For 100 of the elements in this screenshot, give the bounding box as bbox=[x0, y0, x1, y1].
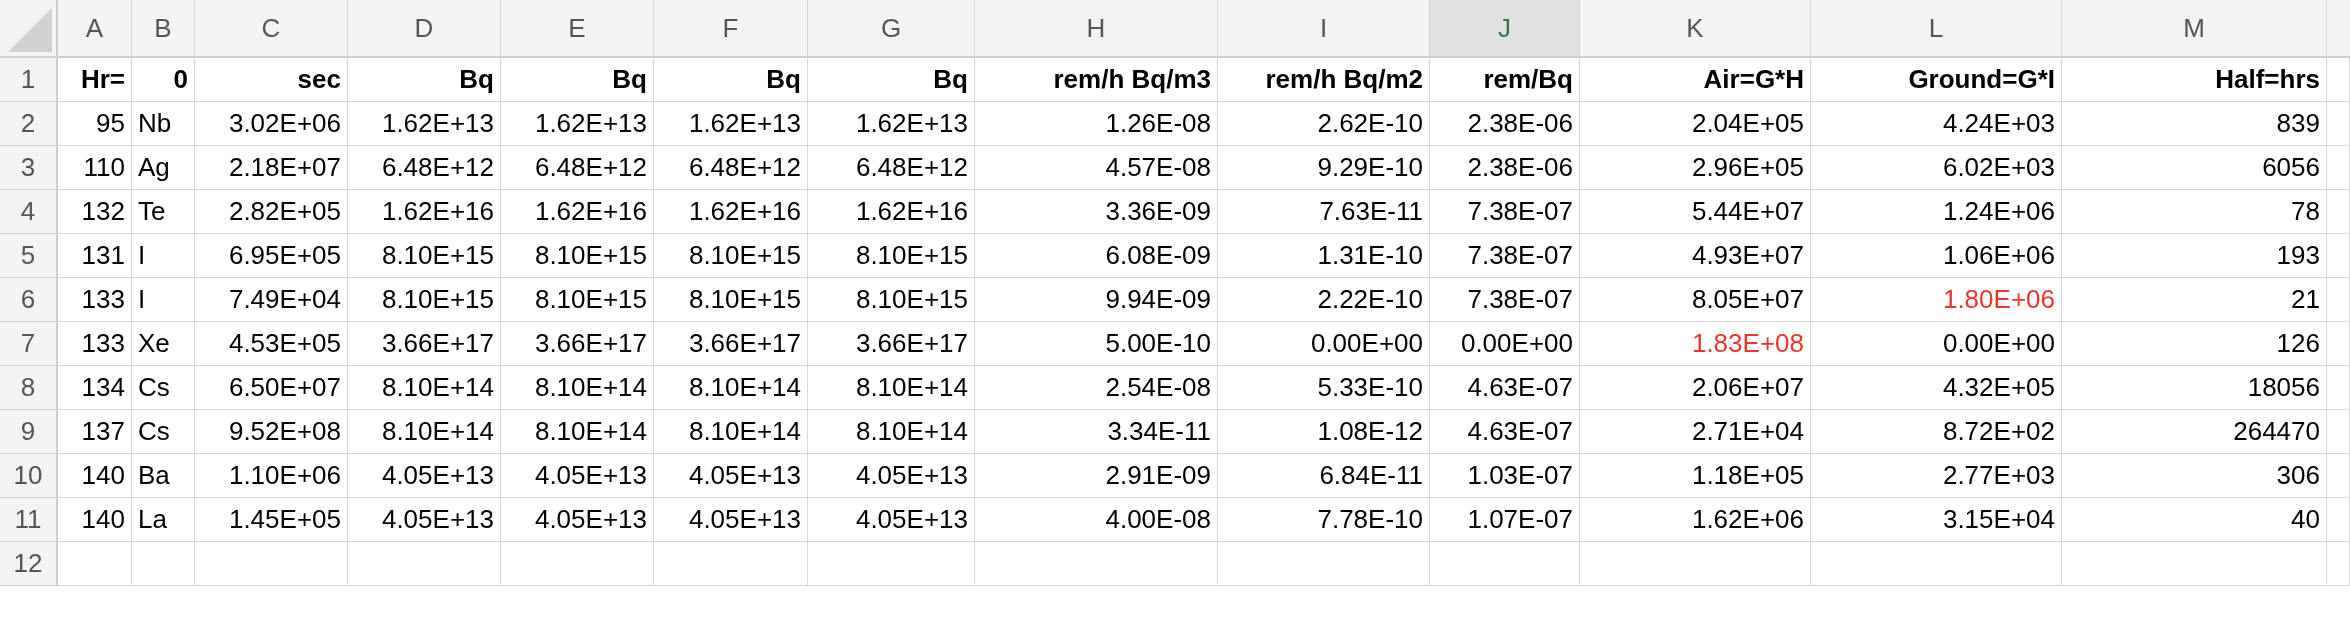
column-header[interactable]: A bbox=[58, 0, 132, 58]
row-header[interactable]: 9 bbox=[0, 410, 58, 454]
column-header[interactable]: L bbox=[1811, 0, 2062, 58]
table-cell: 8.10E+15 bbox=[501, 278, 654, 322]
table-cell: 5.00E-10 bbox=[975, 322, 1218, 366]
column-title-cell: rem/h Bq/m2 bbox=[1218, 58, 1430, 102]
table-cell: 2.77E+03 bbox=[1811, 454, 2062, 498]
table-cell: 6.48E+12 bbox=[808, 146, 975, 190]
table-cell: 1.83E+08 bbox=[1580, 322, 1811, 366]
table-cell: 3.02E+06 bbox=[195, 102, 348, 146]
row-header[interactable]: 5 bbox=[0, 234, 58, 278]
table-cell: 8.10E+15 bbox=[348, 234, 501, 278]
table-cell: 8.10E+14 bbox=[348, 410, 501, 454]
table-cell: 6.84E-11 bbox=[1218, 454, 1430, 498]
column-header[interactable]: C bbox=[195, 0, 348, 58]
column-header[interactable]: D bbox=[348, 0, 501, 58]
column-title-cell: Air=G*H bbox=[1580, 58, 1811, 102]
column-title-cell: Hr= bbox=[58, 58, 132, 102]
table-cell: 95 bbox=[58, 102, 132, 146]
table-cell: 1.62E+16 bbox=[808, 190, 975, 234]
table-cell: 8.10E+14 bbox=[808, 366, 975, 410]
table-cell: 8.10E+14 bbox=[501, 366, 654, 410]
table-cell: 306 bbox=[2062, 454, 2327, 498]
table-cell: 8.10E+14 bbox=[654, 366, 808, 410]
column-title-cell: Bq bbox=[808, 58, 975, 102]
column-title-cell: Half=hrs bbox=[2062, 58, 2327, 102]
column-title-cell: Bq bbox=[501, 58, 654, 102]
table-cell: 18056 bbox=[2062, 366, 2327, 410]
column-header[interactable]: G bbox=[808, 0, 975, 58]
column-header[interactable]: M bbox=[2062, 0, 2327, 58]
table-cell: 8.10E+15 bbox=[348, 278, 501, 322]
table-cell: 4.05E+13 bbox=[654, 498, 808, 542]
column-header[interactable]: I bbox=[1218, 0, 1430, 58]
column-title-cell: rem/h Bq/m3 bbox=[975, 58, 1218, 102]
table-cell: 133 bbox=[58, 322, 132, 366]
table-cell: 3.36E-09 bbox=[975, 190, 1218, 234]
table-cell: 4.05E+13 bbox=[348, 454, 501, 498]
table-cell: 8.05E+07 bbox=[1580, 278, 1811, 322]
table-cell: 1.45E+05 bbox=[195, 498, 348, 542]
column-header[interactable] bbox=[2327, 0, 2350, 58]
table-cell: 1.06E+06 bbox=[1811, 234, 2062, 278]
table-cell: 1.62E+13 bbox=[348, 102, 501, 146]
table-cell: 1.62E+13 bbox=[501, 102, 654, 146]
table-cell: 4.57E-08 bbox=[975, 146, 1218, 190]
row-header[interactable]: 12 bbox=[0, 542, 58, 586]
empty-cell bbox=[2327, 542, 2350, 586]
table-cell: 2.18E+07 bbox=[195, 146, 348, 190]
table-cell: La bbox=[132, 498, 195, 542]
column-header[interactable]: B bbox=[132, 0, 195, 58]
row-header[interactable]: 7 bbox=[0, 322, 58, 366]
table-cell: 4.05E+13 bbox=[808, 454, 975, 498]
table-cell: 4.53E+05 bbox=[195, 322, 348, 366]
table-cell: 8.10E+15 bbox=[808, 278, 975, 322]
table-cell: 1.62E+16 bbox=[501, 190, 654, 234]
row-header[interactable]: 1 bbox=[0, 58, 58, 102]
table-cell: I bbox=[132, 278, 195, 322]
table-cell: 2.38E-06 bbox=[1430, 102, 1580, 146]
table-cell: 140 bbox=[58, 498, 132, 542]
column-header[interactable]: H bbox=[975, 0, 1218, 58]
table-cell: 1.62E+13 bbox=[808, 102, 975, 146]
table-cell: 1.24E+06 bbox=[1811, 190, 2062, 234]
table-cell: 2.22E-10 bbox=[1218, 278, 1430, 322]
column-header[interactable]: K bbox=[1580, 0, 1811, 58]
row-header[interactable]: 4 bbox=[0, 190, 58, 234]
table-cell: 4.63E-07 bbox=[1430, 410, 1580, 454]
table-cell: 3.66E+17 bbox=[808, 322, 975, 366]
table-cell: 6.50E+07 bbox=[195, 366, 348, 410]
row-header[interactable]: 8 bbox=[0, 366, 58, 410]
table-cell: 8.10E+15 bbox=[808, 234, 975, 278]
column-header[interactable]: E bbox=[501, 0, 654, 58]
table-cell: 0.00E+00 bbox=[1811, 322, 2062, 366]
table-cell: 5.33E-10 bbox=[1218, 366, 1430, 410]
row-header[interactable]: 2 bbox=[0, 102, 58, 146]
table-cell: Ag bbox=[132, 146, 195, 190]
column-header[interactable]: J bbox=[1430, 0, 1580, 58]
table-cell: 8.10E+15 bbox=[501, 234, 654, 278]
table-cell: 8.10E+15 bbox=[654, 234, 808, 278]
empty-cell bbox=[2327, 278, 2350, 322]
row-header[interactable]: 6 bbox=[0, 278, 58, 322]
row-header[interactable]: 3 bbox=[0, 146, 58, 190]
row-header[interactable]: 10 bbox=[0, 454, 58, 498]
table-cell: 126 bbox=[2062, 322, 2327, 366]
table-cell: 7.78E-10 bbox=[1218, 498, 1430, 542]
table-cell: 264470 bbox=[2062, 410, 2327, 454]
table-cell: Ba bbox=[132, 454, 195, 498]
table-cell: 0.00E+00 bbox=[1430, 322, 1580, 366]
table-cell: 6.48E+12 bbox=[348, 146, 501, 190]
table-cell: 7.38E-07 bbox=[1430, 234, 1580, 278]
table-cell: 8.72E+02 bbox=[1811, 410, 2062, 454]
table-cell: 8.10E+15 bbox=[654, 278, 808, 322]
column-title-cell: Bq bbox=[348, 58, 501, 102]
select-all-corner[interactable] bbox=[0, 0, 58, 58]
table-cell: 1.18E+05 bbox=[1580, 454, 1811, 498]
column-header[interactable]: F bbox=[654, 0, 808, 58]
table-cell: 8.10E+14 bbox=[348, 366, 501, 410]
table-cell: 2.54E-08 bbox=[975, 366, 1218, 410]
table-cell: 78 bbox=[2062, 190, 2327, 234]
row-header[interactable]: 11 bbox=[0, 498, 58, 542]
table-cell: Xe bbox=[132, 322, 195, 366]
table-cell: 4.05E+13 bbox=[501, 498, 654, 542]
